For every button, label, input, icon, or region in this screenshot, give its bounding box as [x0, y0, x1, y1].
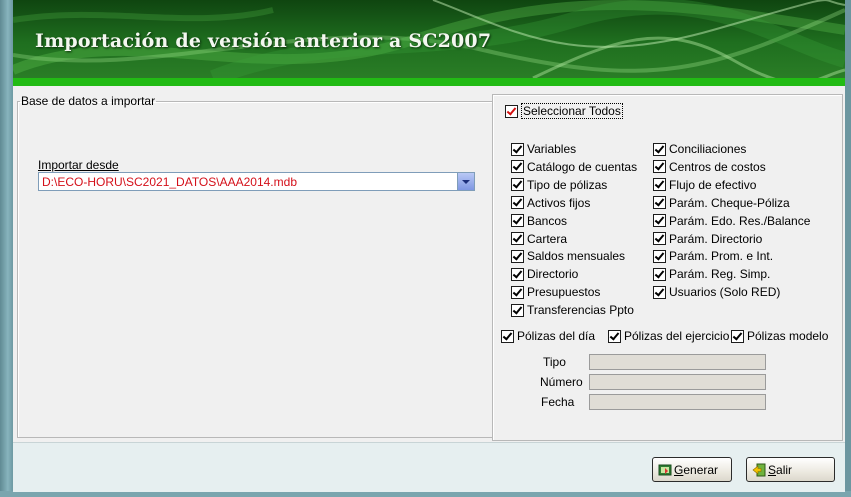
polizas-checkbox-polizas-del-dia[interactable]: Pólizas del día — [501, 329, 595, 343]
option-checkbox-param-edo-res-balance[interactable]: Parám. Edo. Res./Balance — [653, 214, 810, 228]
option-checkbox-conciliaciones[interactable]: Conciliaciones — [653, 142, 746, 156]
field-label-fecha: Fecha — [541, 395, 575, 409]
option-checkbox-saldos-mensuales[interactable]: Saldos mensuales — [511, 249, 625, 263]
button-bar: Generar Salir — [13, 442, 845, 492]
checkbox-label: Parám. Cheque-Póliza — [669, 195, 790, 210]
option-checkbox-flujo-de-efectivo[interactable]: Flujo de efectivo — [653, 178, 756, 192]
checkbox-label: Directorio — [527, 267, 579, 282]
checkbox-label: Pólizas del día — [517, 329, 596, 343]
field-label-tipo: Tipo — [543, 355, 566, 369]
checkbox-checked-icon[interactable] — [653, 285, 666, 299]
field-label-numero: Número — [540, 375, 583, 389]
accent-strip — [13, 78, 845, 86]
checkbox-label: Presupuestos — [527, 285, 601, 300]
checkbox-label: Transferencias Ppto — [527, 303, 634, 318]
salir-label: Salir — [768, 462, 793, 477]
checkbox-checked-icon[interactable] — [653, 178, 666, 192]
checkbox-label: Catálogo de cuentas — [527, 159, 638, 174]
import-path-value: D:\ECO-HORU\SC2021_DATOS\AAA2014.mdb — [42, 175, 297, 189]
option-checkbox-presupuestos[interactable]: Presupuestos — [511, 285, 600, 299]
dropdown-arrow-icon[interactable] — [457, 173, 474, 190]
database-group: Base de datos a importar Importar desde … — [17, 94, 493, 438]
option-checkbox-bancos[interactable]: Bancos — [511, 214, 567, 228]
checkbox-label: Parám. Reg. Simp. — [669, 267, 771, 282]
checkbox-checked-icon[interactable] — [511, 249, 524, 263]
checkbox-checked-icon[interactable] — [608, 329, 621, 343]
checkbox-label: Usuarios (Solo RED) — [669, 285, 781, 300]
checkbox-checked-icon[interactable] — [653, 267, 666, 281]
exit-door-icon — [752, 463, 766, 477]
content-area: Base de datos a importar Importar desde … — [13, 86, 845, 442]
window-frame-right — [845, 0, 851, 497]
checkbox-label: Pólizas modelo — [747, 329, 829, 343]
checkbox-label: Pólizas del ejercicio — [624, 329, 730, 343]
select-all-label: Seleccionar Todos — [521, 103, 623, 119]
option-checkbox-tipo-de-polizas[interactable]: Tipo de pólizas — [511, 178, 607, 192]
import-from-label: Importar desde — [38, 158, 119, 172]
title-banner: Importación de versión anterior a SC2007 — [13, 0, 845, 78]
polizas-checkbox-polizas-modelo[interactable]: Pólizas modelo — [731, 329, 828, 343]
option-checkbox-transferencias-ppto[interactable]: Transferencias Ppto — [511, 303, 634, 317]
polizas-checkbox-polizas-del-ejercicio[interactable]: Pólizas del ejercicio — [608, 329, 729, 343]
checkbox-checked-icon[interactable] — [511, 214, 524, 228]
checkbox-label: Tipo de pólizas — [527, 177, 608, 192]
checkbox-checked-icon[interactable] — [653, 232, 666, 245]
checkbox-checked-icon[interactable] — [501, 329, 514, 343]
checkbox-label: Parám. Prom. e Int. — [669, 249, 774, 264]
select-all-checkbox[interactable]: Seleccionar Todos — [505, 103, 623, 119]
salir-button[interactable]: Salir — [746, 457, 835, 482]
checkbox-checked-icon[interactable] — [731, 329, 744, 343]
checkbox-checked-icon[interactable] — [511, 178, 524, 192]
option-checkbox-param-directorio[interactable]: Parám. Directorio — [653, 232, 762, 246]
checkbox-checked-icon[interactable] — [505, 104, 518, 118]
tipo-field — [589, 354, 766, 370]
checkbox-checked-icon[interactable] — [511, 303, 524, 317]
checkbox-label: Cartera — [527, 231, 568, 246]
generar-label: Generar — [674, 462, 719, 477]
checkbox-checked-icon[interactable] — [653, 196, 666, 210]
checkbox-label: Flujo de efectivo — [669, 177, 757, 192]
checkbox-checked-icon[interactable] — [511, 142, 524, 156]
import-window: Importación de versión anterior a SC2007… — [0, 0, 851, 497]
checkbox-label: Bancos — [527, 213, 568, 228]
option-checkbox-param-cheque-poliza[interactable]: Parám. Cheque-Póliza — [653, 196, 790, 210]
checkbox-checked-icon[interactable] — [653, 160, 666, 174]
option-checkbox-directorio[interactable]: Directorio — [511, 267, 578, 281]
checkbox-checked-icon[interactable] — [511, 232, 524, 245]
checkbox-label: Parám. Directorio — [669, 231, 763, 246]
checkbox-label: Parám. Edo. Res./Balance — [669, 213, 811, 228]
checkbox-label: Centros de costos — [669, 159, 766, 174]
checkbox-checked-icon[interactable] — [511, 285, 524, 299]
options-group: Seleccionar Todos Variables Catálogo de c… — [492, 94, 843, 441]
fecha-field — [589, 394, 766, 410]
option-checkbox-variables[interactable]: Variables — [511, 142, 576, 156]
numero-field — [589, 374, 766, 390]
checkbox-label: Saldos mensuales — [527, 249, 626, 264]
checkbox-checked-icon[interactable] — [653, 142, 666, 156]
option-checkbox-param-prom-e-int[interactable]: Parám. Prom. e Int. — [653, 249, 773, 263]
database-group-legend: Base de datos a importar — [21, 94, 156, 108]
option-checkbox-centros-de-costos[interactable]: Centros de costos — [653, 160, 766, 174]
checkbox-label: Activos fijos — [527, 195, 591, 210]
checkbox-checked-icon[interactable] — [653, 214, 666, 228]
generar-button[interactable]: Generar — [652, 457, 732, 482]
option-checkbox-activos-fijos[interactable]: Activos fijos — [511, 196, 590, 210]
checkbox-checked-icon[interactable] — [511, 267, 524, 281]
window-title: Importación de versión anterior a SC2007 — [35, 30, 492, 52]
import-from-combobox[interactable]: D:\ECO-HORU\SC2021_DATOS\AAA2014.mdb — [38, 172, 475, 191]
window-frame-left — [0, 0, 13, 497]
option-checkbox-catalogo-de-cuentas[interactable]: Catálogo de cuentas — [511, 160, 637, 174]
option-checkbox-param-reg-simp[interactable]: Parám. Reg. Simp. — [653, 267, 770, 281]
checkbox-checked-icon[interactable] — [511, 196, 524, 210]
checkbox-checked-icon[interactable] — [511, 160, 524, 174]
checkbox-label: Conciliaciones — [669, 142, 747, 156]
option-checkbox-usuarios-solo-red[interactable]: Usuarios (Solo RED) — [653, 285, 780, 299]
checkbox-label: Variables — [527, 142, 577, 156]
checkbox-checked-icon[interactable] — [653, 249, 666, 263]
option-checkbox-cartera[interactable]: Cartera — [511, 232, 567, 246]
generate-icon — [658, 463, 672, 477]
